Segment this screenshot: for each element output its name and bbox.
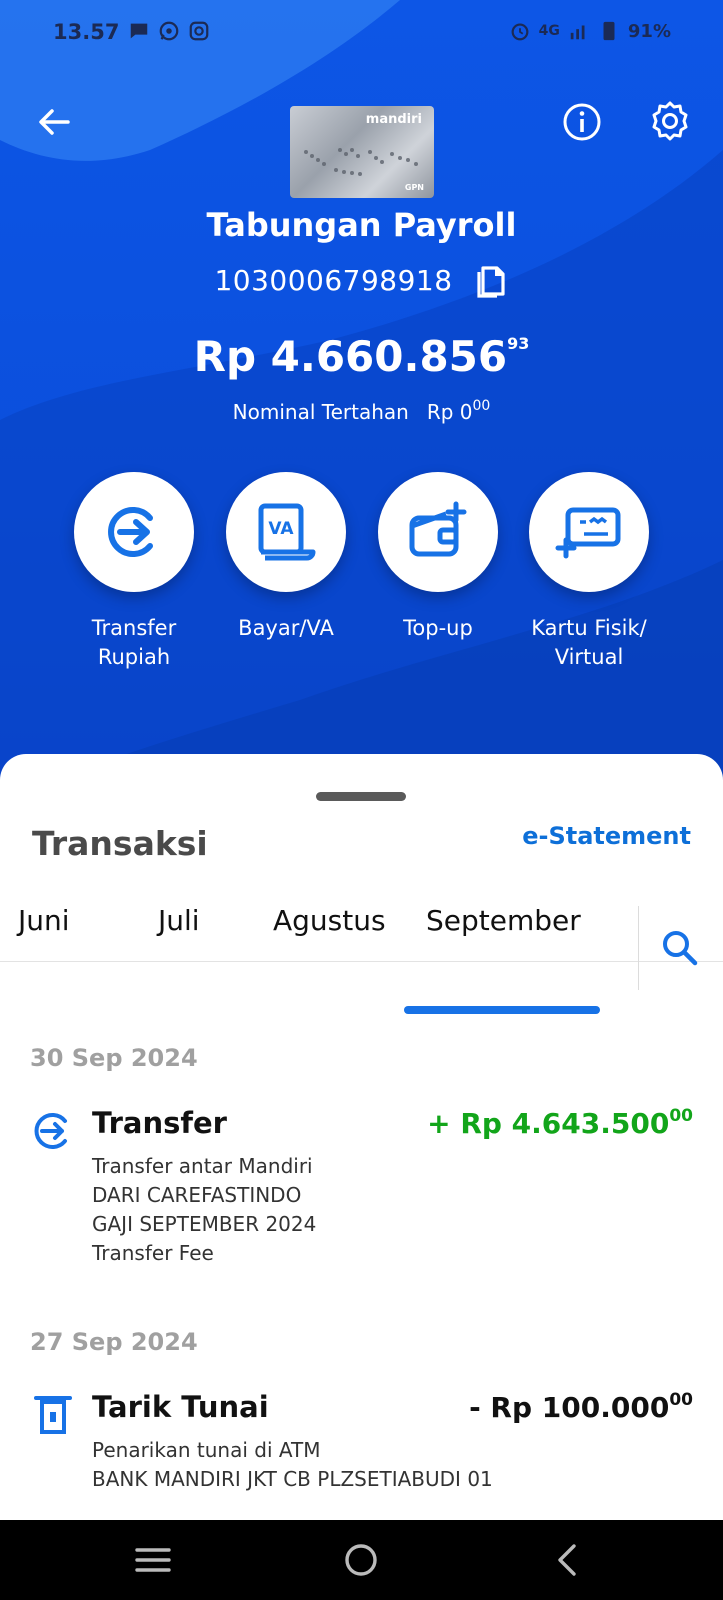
- action-kartu-fisik-virtual[interactable]: Kartu Fisik/Virtual: [514, 472, 664, 672]
- drag-handle[interactable]: [316, 792, 406, 801]
- month-tabs: Juni Juli Agustus September: [0, 884, 723, 962]
- action-circle[interactable]: VA: [226, 472, 346, 592]
- e-statement-link[interactable]: e-Statement: [522, 822, 691, 850]
- card-network-logo: GPN: [404, 183, 424, 192]
- action-bayar-va[interactable]: VA Bayar/VA: [211, 472, 361, 643]
- held-amount-value: Rp 0: [426, 400, 473, 424]
- search-icon[interactable]: [660, 928, 700, 968]
- system-icons: 4G 91%: [509, 20, 671, 42]
- action-circle[interactable]: [529, 472, 649, 592]
- indonesia-map-graphic: [304, 148, 418, 176]
- action-label: Top-up: [403, 616, 473, 640]
- transaction-title: Tarik Tunai: [92, 1390, 269, 1424]
- transaction-date: 27 Sep 2024: [30, 1328, 198, 1356]
- action-transfer-rupiah[interactable]: Transfer Rupiah: [59, 472, 209, 672]
- recent-apps-icon[interactable]: [133, 1540, 173, 1580]
- transaction-amount: - Rp 100.00000: [469, 1390, 693, 1424]
- action-circle[interactable]: [378, 472, 498, 592]
- held-amount-label: Nominal Tertahan: [232, 400, 409, 424]
- transaction-title: Transfer: [92, 1106, 227, 1140]
- network-label: 4G: [538, 23, 560, 39]
- held-amount-cents: 00: [472, 398, 491, 414]
- status-time: 13.57: [53, 20, 120, 44]
- transfer-icon: [34, 1113, 67, 1149]
- transactions-sheet: Transaksi e-Statement Juni Juli Agustus …: [0, 754, 723, 1520]
- sheet-title: Transaksi: [32, 824, 208, 863]
- copy-icon[interactable]: [473, 260, 509, 300]
- va-icon: VA: [258, 503, 316, 561]
- tab-september[interactable]: September: [426, 904, 581, 937]
- tab-juli[interactable]: Juli: [158, 904, 200, 937]
- battery-percent: 91%: [627, 20, 671, 42]
- account-title: Tabungan Payroll: [206, 206, 517, 244]
- active-tab-indicator: [404, 1006, 600, 1014]
- action-label: Bayar/VA: [238, 616, 334, 640]
- transaction-details: Transfer antar Mandiri DARI CAREFASTINDO…: [92, 1154, 317, 1265]
- tab-divider: [638, 906, 639, 990]
- tab-juni[interactable]: Juni: [18, 904, 70, 937]
- account-number: 1030006798918: [214, 263, 453, 297]
- svg-text:VA: VA: [268, 519, 294, 539]
- transaction-date: 30 Sep 2024: [30, 1044, 198, 1072]
- action-label: Kartu Fisik/Virtual: [531, 616, 647, 669]
- balance-amount: Rp 4.660.856: [193, 332, 508, 381]
- gear-icon[interactable]: [648, 99, 692, 143]
- chat-icon: [130, 23, 148, 39]
- status-bar: 13.57 4G 91%: [0, 0, 723, 70]
- home-icon[interactable]: [341, 1540, 381, 1580]
- balance-display: Rp 4.660.85693: [0, 332, 723, 381]
- account-number-row: 1030006798918: [0, 260, 723, 300]
- card-brand-logo: mandiri: [365, 112, 422, 127]
- info-icon[interactable]: [560, 100, 604, 144]
- action-top-up[interactable]: Top-up: [363, 472, 513, 643]
- signal-icon: [570, 25, 585, 40]
- back-arrow-icon[interactable]: [32, 100, 76, 144]
- transfer-icon: [108, 507, 153, 557]
- transaction-amount: + Rp 4.643.50000: [427, 1106, 693, 1140]
- instagram-icon: [189, 21, 209, 41]
- notification-icons: [128, 20, 210, 42]
- system-navigation-bar: [0, 1520, 723, 1600]
- tab-agustus[interactable]: Agustus: [273, 904, 386, 937]
- battery-icon: [603, 21, 615, 41]
- alarm-icon: [511, 23, 529, 41]
- debit-card-image: mandiri GPN: [290, 106, 434, 198]
- atm-withdraw-icon: [34, 1396, 72, 1434]
- balance-cents: 93: [507, 334, 530, 353]
- card-add-icon: [555, 507, 621, 559]
- action-label: Transfer Rupiah: [91, 616, 177, 669]
- wallet-add-icon: [409, 501, 467, 557]
- nav-back-icon[interactable]: [548, 1540, 588, 1580]
- action-circle[interactable]: [74, 472, 194, 592]
- whatsapp-icon: [159, 21, 179, 41]
- held-amount-row: Nominal Tertahan Rp 000: [0, 398, 723, 424]
- transaction-details: Penarikan tunai di ATM BANK MANDIRI JKT …: [92, 1438, 493, 1491]
